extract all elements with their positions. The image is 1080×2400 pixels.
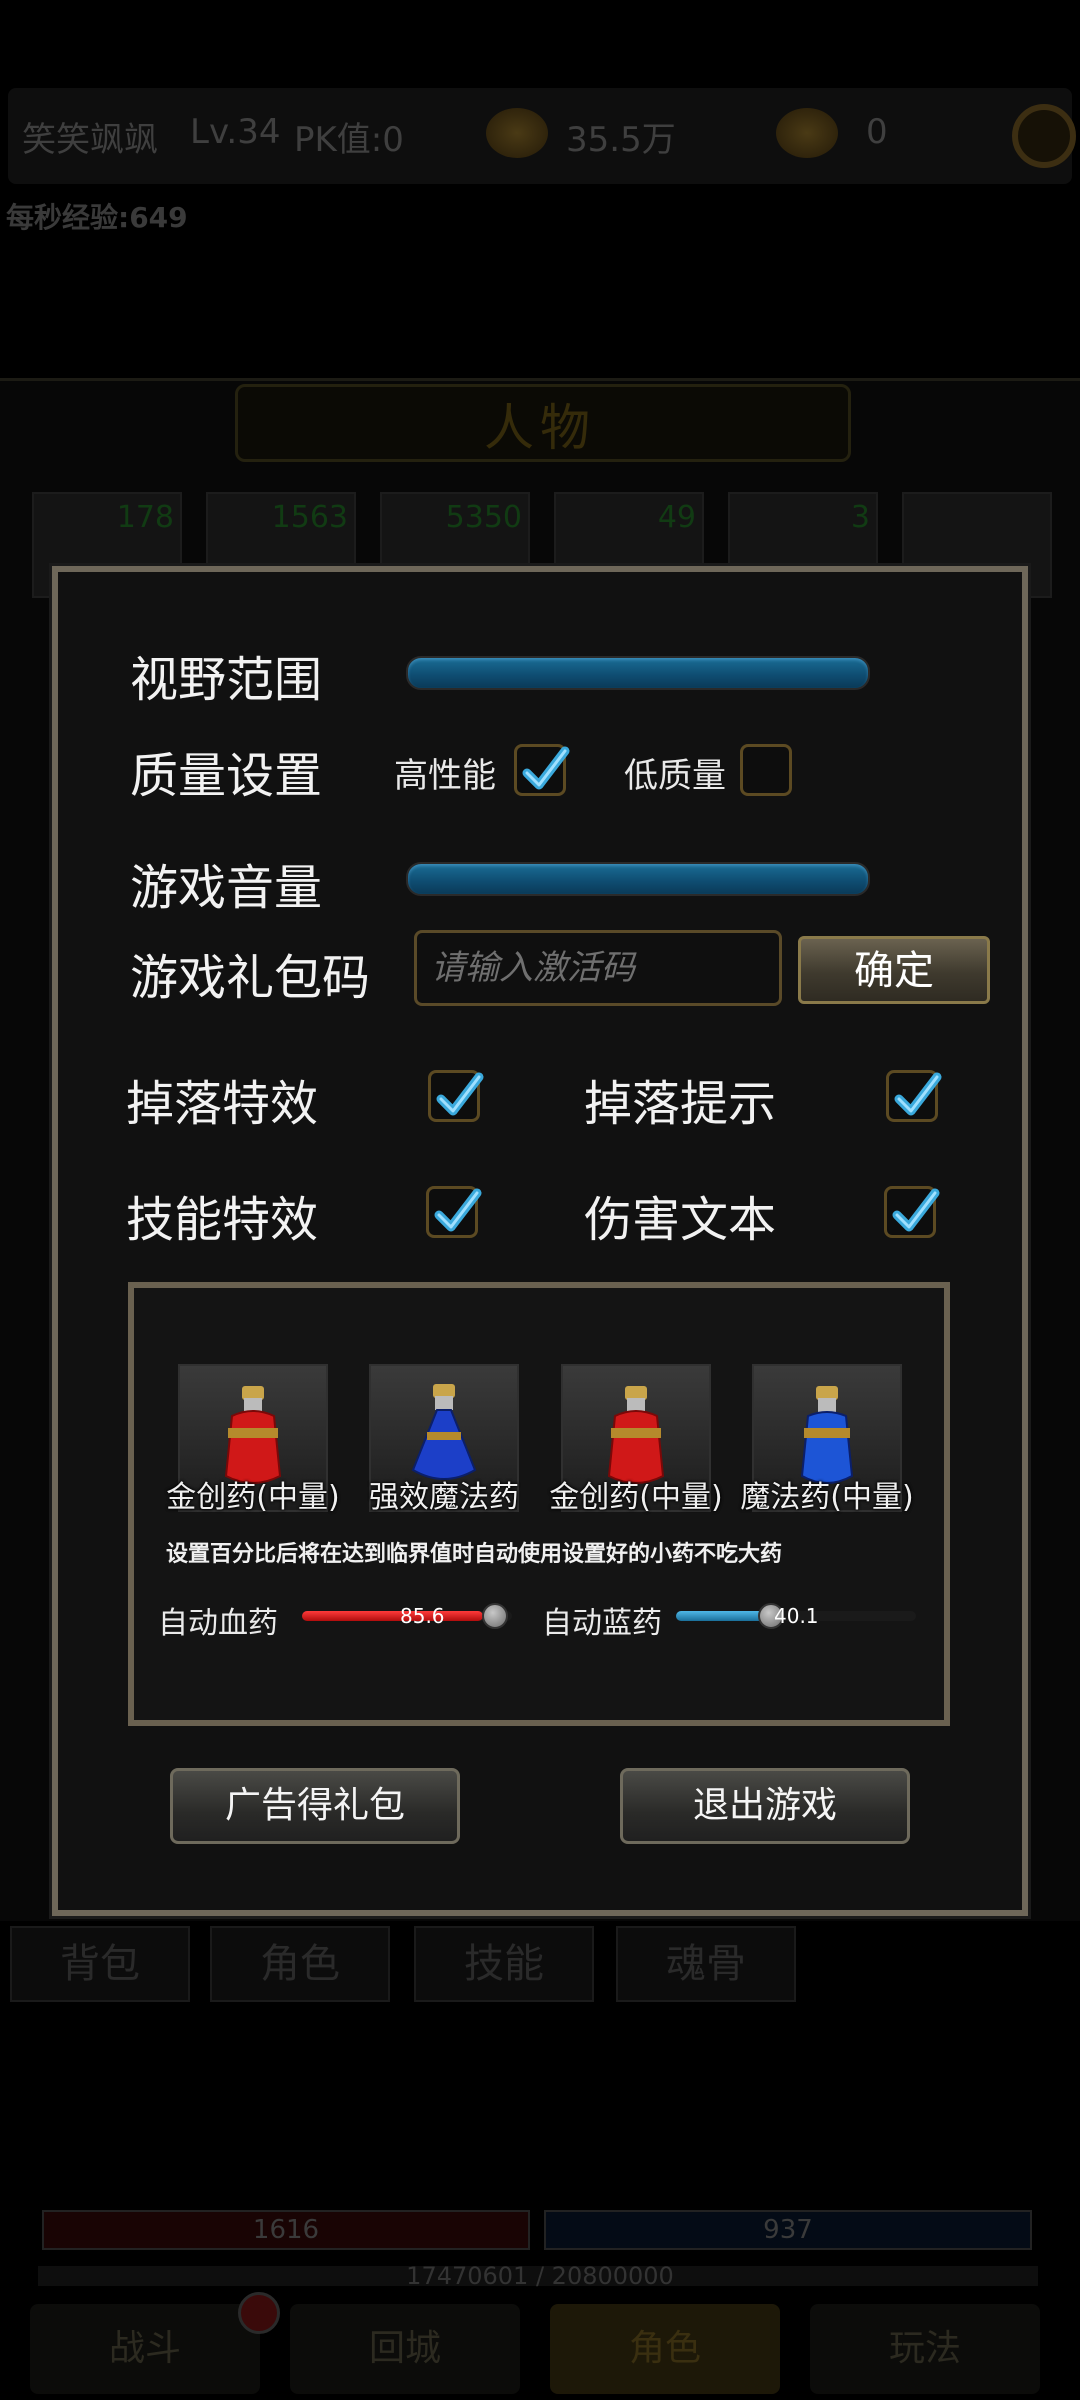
- gift-code-label: 游戏礼包码: [130, 950, 371, 1006]
- damage-text-checkbox[interactable]: [884, 1186, 940, 1238]
- mp-value: 937: [763, 2215, 813, 2245]
- gold-coin-icon: [486, 108, 548, 158]
- ingot-icon: [776, 108, 838, 158]
- volume-slider[interactable]: [406, 862, 870, 896]
- exit-game-button[interactable]: 退出游戏: [620, 1768, 910, 1844]
- potion-name: 魔法药(中量): [740, 1480, 914, 1515]
- high-perf-checkbox[interactable]: [514, 744, 570, 796]
- drop-hint-checkbox[interactable]: [886, 1070, 942, 1122]
- hp-value: 1616: [252, 2215, 320, 2245]
- auto-potion-hint: 设置百分比后将在达到临界值时自动使用设置好的小药不吃大药: [166, 1542, 783, 1567]
- player-name: 笑笑飒飒: [22, 120, 158, 160]
- auto-hp-fill: [302, 1611, 483, 1621]
- nav-return-city[interactable]: 回城: [290, 2304, 520, 2394]
- tab-soul-bone[interactable]: 魂骨: [616, 1926, 796, 2002]
- auto-mp-value: 40.1: [774, 1604, 819, 1628]
- player-level: Lv.34: [190, 112, 281, 152]
- gear-icon[interactable]: [1012, 104, 1076, 168]
- high-perf-label: 高性能: [394, 756, 496, 796]
- item-count: 178: [116, 500, 174, 535]
- drop-effect-checkbox[interactable]: [428, 1070, 484, 1122]
- item-count: 5350: [445, 500, 522, 535]
- low-quality-label: 低质量: [624, 756, 726, 796]
- check-icon: [894, 1072, 942, 1116]
- auto-hp-value: 85.6: [400, 1604, 445, 1628]
- tab-character[interactable]: 角色: [210, 1926, 390, 2002]
- nav-gameplay[interactable]: 玩法: [810, 2304, 1040, 2394]
- check-icon: [522, 746, 570, 790]
- gift-code-input[interactable]: [414, 930, 782, 1006]
- potion-name: 金创药(中量): [549, 1480, 723, 1515]
- potion-name: 强效魔法药: [369, 1480, 519, 1515]
- hp-bar: 1616: [42, 2210, 530, 2250]
- exp-value: 17470601 / 20800000: [406, 2262, 674, 2290]
- auto-mp-label: 自动蓝药: [542, 1606, 662, 1641]
- skill-effect-label: 技能特效: [126, 1192, 319, 1248]
- quality-label: 质量设置: [130, 748, 323, 804]
- view-range-slider[interactable]: [406, 656, 870, 690]
- ad-gift-button[interactable]: 广告得礼包: [170, 1768, 460, 1844]
- drop-effect-label: 掉落特效: [126, 1076, 319, 1132]
- pk-value: PK值:0: [294, 120, 404, 160]
- ingot-amount: 0: [866, 112, 888, 152]
- item-count: 1563: [271, 500, 348, 535]
- low-quality-checkbox[interactable]: [740, 744, 792, 796]
- view-range-label: 视野范围: [130, 652, 323, 708]
- notification-dot: [238, 2292, 280, 2334]
- confirm-button[interactable]: 确定: [798, 936, 990, 1004]
- volume-label: 游戏音量: [130, 860, 323, 916]
- nav-character[interactable]: 角色: [550, 2304, 780, 2394]
- nav-battle[interactable]: 战斗: [30, 2304, 260, 2394]
- auto-hp-label: 自动血药: [158, 1606, 278, 1641]
- potion-name: 金创药(中量): [166, 1480, 340, 1515]
- skill-effect-checkbox[interactable]: [426, 1186, 482, 1238]
- tab-bag[interactable]: 背包: [10, 1926, 190, 2002]
- panel-title: 人物: [484, 399, 596, 457]
- auto-hp-knob[interactable]: [482, 1603, 508, 1629]
- check-icon: [436, 1072, 484, 1116]
- tab-skills[interactable]: 技能: [414, 1926, 594, 2002]
- damage-text-label: 伤害文本: [584, 1192, 777, 1248]
- mp-bar: 937: [544, 2210, 1032, 2250]
- item-count: 3: [850, 500, 870, 535]
- exp-per-second: 每秒经验:649: [6, 201, 188, 234]
- check-icon: [434, 1188, 482, 1232]
- item-count: 49: [657, 500, 696, 535]
- drop-hint-label: 掉落提示: [584, 1076, 777, 1132]
- gold-amount: 35.5万: [566, 120, 676, 160]
- check-icon: [892, 1188, 940, 1232]
